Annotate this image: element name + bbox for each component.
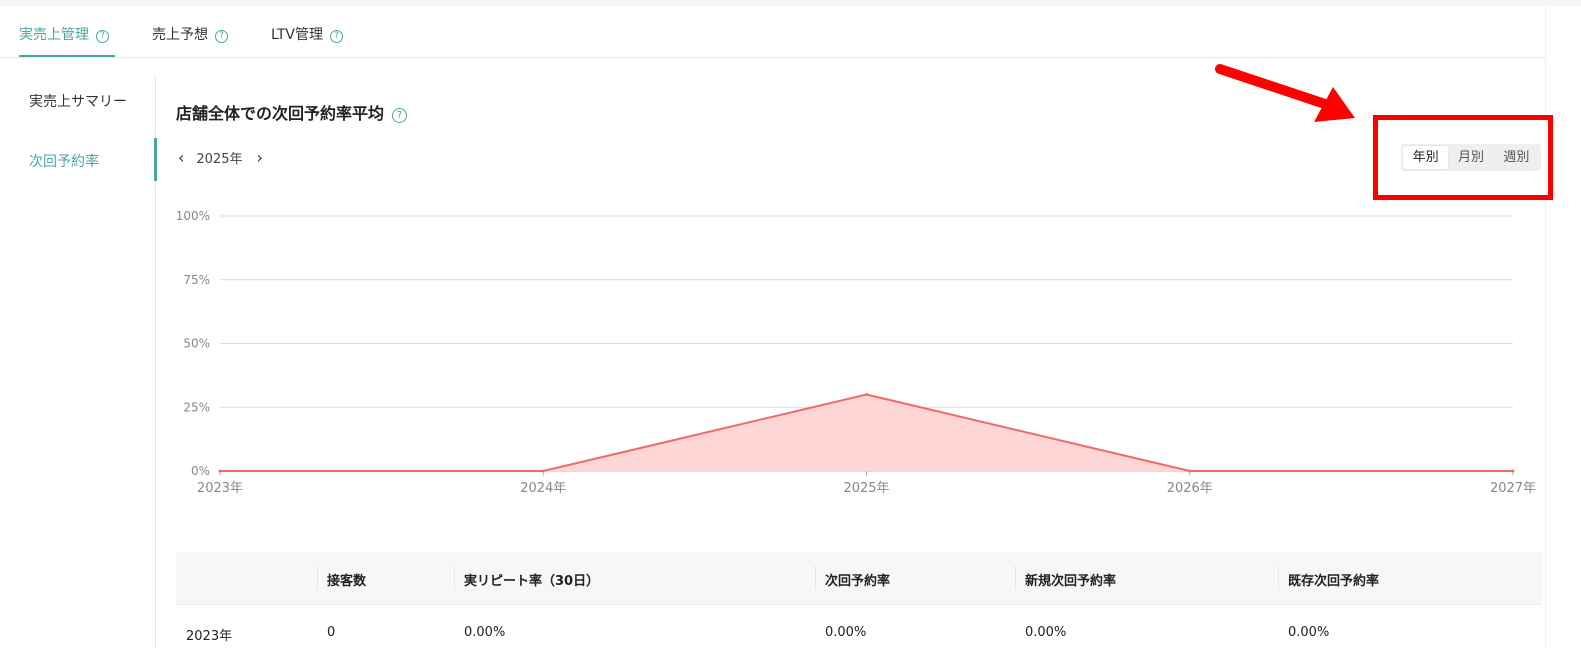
- help-icon[interactable]: ?: [215, 30, 228, 43]
- annotation-highlight-box: [1373, 115, 1553, 200]
- column-header-new-next-booking-rate: 新規次回予約率: [1025, 574, 1117, 589]
- tab-bar: 実売上管理? 売上予想? LTV管理?: [0, 6, 1545, 58]
- series-area: [220, 394, 1513, 471]
- period-navigator: ‹ 2025年 ›: [176, 148, 265, 167]
- data-point: [218, 469, 222, 473]
- column-header-repeat-rate: 実リピート率（30日）: [464, 574, 600, 589]
- chevron-left-icon[interactable]: ‹: [176, 148, 186, 167]
- table-cell: 0.00%: [464, 625, 506, 640]
- table-cell: 0.00%: [1025, 625, 1067, 640]
- column-divider: [317, 566, 318, 590]
- y-tick-label: 100%: [176, 209, 210, 223]
- sidebar-item-next-booking-rate[interactable]: 次回予約率: [29, 151, 99, 171]
- table-cell: 0.00%: [825, 625, 867, 640]
- tab-actual-sales[interactable]: 実売上管理?: [19, 24, 109, 44]
- tab-label: LTV管理: [271, 27, 324, 43]
- data-point: [865, 393, 868, 396]
- table-cell: 2023年: [186, 629, 233, 644]
- sidebar-item-sales-summary[interactable]: 実売上サマリー: [29, 91, 127, 111]
- tab-label: 売上予想: [152, 27, 208, 43]
- scrollbar-track[interactable]: [1545, 6, 1581, 648]
- table-cell: 0: [327, 625, 336, 640]
- column-header-existing-next-booking-rate: 既存次回予約率: [1288, 574, 1380, 589]
- help-icon[interactable]: ?: [330, 30, 344, 43]
- tab-label: 実売上管理: [19, 27, 89, 43]
- next-booking-rate-chart: 2023年 2024年 2025年 2026年 2027年 0% 25% 50% 75% 100…: [176, 209, 1536, 496]
- section-title-text: 店舗全体での次回予約率平均: [176, 104, 385, 123]
- y-tick-label: 50%: [183, 337, 210, 351]
- help-icon[interactable]: ?: [96, 30, 109, 43]
- column-header-visits: 接客数: [327, 574, 367, 589]
- y-tick-label: 25%: [183, 400, 210, 414]
- data-point: [541, 469, 545, 473]
- tab-sales-forecast[interactable]: 売上予想?: [152, 24, 228, 44]
- data-point: [1188, 469, 1192, 473]
- column-divider: [1015, 566, 1016, 590]
- chevron-right-icon[interactable]: ›: [255, 148, 265, 167]
- tab-ltv[interactable]: LTV管理?: [271, 24, 344, 44]
- table-header: 接客数 実リピート率（30日） 次回予約率 新規次回予約率 既存次回予約率: [176, 552, 1542, 605]
- column-divider: [1278, 566, 1279, 590]
- metrics-table: 接客数 実リピート率（30日） 次回予約率 新規次回予約率 既存次回予約率 20…: [176, 552, 1542, 644]
- active-tab-indicator: [19, 55, 115, 57]
- data-point: [1511, 469, 1515, 473]
- section-title: 店舗全体での次回予約率平均?: [176, 100, 408, 124]
- column-header-next-booking-rate: 次回予約率: [825, 574, 891, 589]
- x-tick-label: 2026年: [1167, 481, 1213, 496]
- annotation-arrow: [1215, 64, 1355, 122]
- help-icon[interactable]: ?: [392, 108, 408, 123]
- sidebar-active-indicator: [154, 138, 157, 181]
- column-divider: [815, 566, 816, 590]
- period-label: 2025年: [196, 152, 243, 167]
- table-cell: 0.00%: [1288, 625, 1330, 640]
- x-tick-label: 2025年: [843, 481, 889, 496]
- x-tick-label: 2023年: [197, 481, 243, 496]
- x-tick-label: 2027年: [1490, 481, 1536, 496]
- arrow-shaft: [1215, 64, 1333, 110]
- y-tick-label: 75%: [183, 273, 210, 287]
- x-tick-label: 2024年: [520, 481, 566, 496]
- y-tick-label: 0%: [191, 464, 210, 478]
- column-divider: [454, 566, 455, 590]
